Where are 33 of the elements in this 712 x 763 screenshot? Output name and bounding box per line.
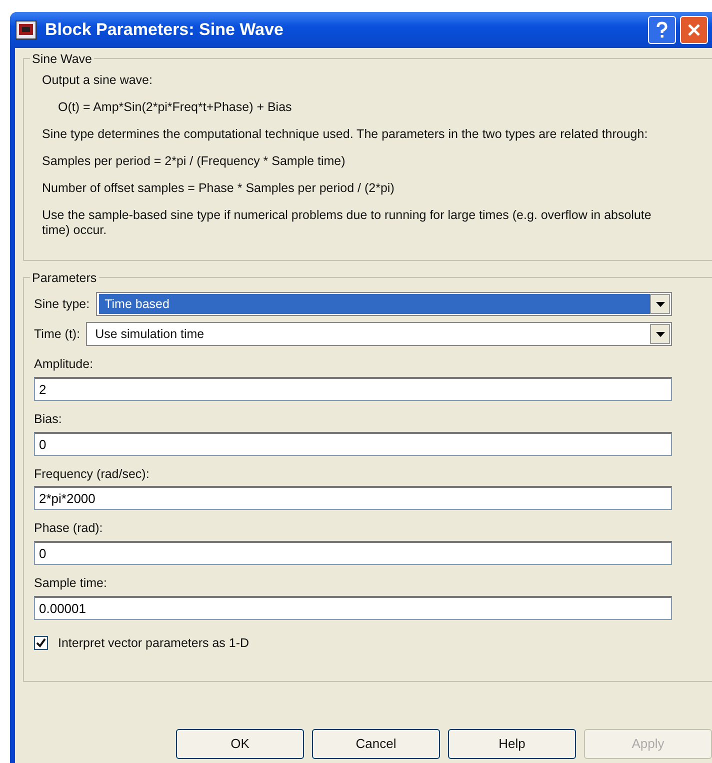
input-field[interactable]: 0 <box>34 432 672 456</box>
checkbox[interactable] <box>34 636 48 650</box>
help-icon <box>655 21 669 39</box>
dropdown[interactable]: Use simulation time <box>86 322 672 346</box>
close-button[interactable] <box>680 16 708 44</box>
field-label: Frequency (rad/sec): <box>34 466 150 483</box>
app-icon <box>15 20 37 40</box>
description-text: Use the sample-based sine type if numerical problems due to running for large times (e.g. overflow in absolute time) occur. <box>42 208 652 238</box>
description-text: Samples per period = 2*pi / (Frequency * Sample time) <box>42 154 346 169</box>
dialog-button[interactable]: Cancel <box>312 729 440 759</box>
dropdown[interactable]: Time based <box>96 292 672 316</box>
dropdown-value: Time based <box>98 294 650 314</box>
field-label: Time (t): <box>34 326 80 343</box>
help-button[interactable] <box>648 16 676 44</box>
dialog-button[interactable]: OK <box>176 729 304 759</box>
close-icon <box>687 23 701 37</box>
field-label: Phase (rad): <box>34 520 104 538</box>
input-field[interactable]: 0 <box>34 541 672 565</box>
field-label: Bias: <box>34 410 63 428</box>
input-field[interactable]: 0.00001 <box>34 596 672 620</box>
dialog-button[interactable]: Help <box>448 729 576 759</box>
window-title: Block Parameters: Sine Wave <box>45 19 284 42</box>
field-label: Sample time: <box>34 575 108 592</box>
description-text: Number of offset samples = Phase * Samples per period / (2*pi) <box>42 181 396 196</box>
description-text: Sine type determines the computational technique used. The parameters in the two types are related through: <box>42 127 649 142</box>
field-label: Amplitude: <box>34 356 94 373</box>
input-field[interactable]: 2*pi*2000 <box>34 486 672 510</box>
field-label: Sine type: <box>34 296 90 313</box>
description-text: Output a sine wave: <box>42 73 154 88</box>
checkbox-label: Interpret vector parameters as 1-D <box>58 634 250 652</box>
dropdown-value: Use simulation time <box>94 326 206 343</box>
input-field[interactable]: 2 <box>34 376 672 401</box>
description-text: O(t) = Amp*Sin(2*pi*Freq*t+Phase) + Bias <box>58 100 293 115</box>
